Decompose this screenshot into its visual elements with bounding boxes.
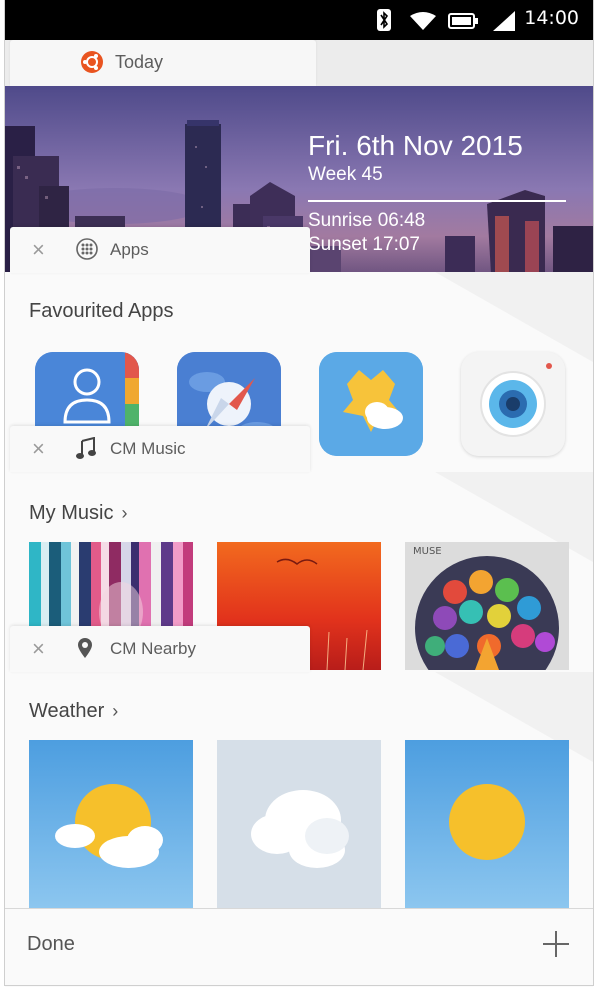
music-note-icon [76, 436, 96, 464]
status-bar: 14:00 [5, 0, 593, 40]
album-label: MUSE [413, 546, 442, 557]
section-title-label: My Music [29, 502, 114, 524]
camera-app-icon[interactable] [461, 352, 565, 456]
bottom-bar: Done [5, 908, 593, 987]
chevron-right-icon: › [112, 701, 119, 721]
add-icon[interactable] [541, 929, 571, 963]
section-title-weather[interactable]: Weather › [29, 700, 118, 723]
section-title-label: Weather [29, 700, 105, 722]
ubuntu-logo-icon [80, 50, 104, 79]
hero-sunset: Sunset 17:07 [308, 234, 420, 255]
done-button[interactable]: Done [27, 933, 75, 956]
close-icon[interactable]: × [32, 237, 45, 263]
phone-screen: 14:00 Today Fri. 6th Nov 2015 Week 45 Su… [0, 0, 600, 988]
clock: 14:00 [524, 7, 579, 29]
weather-tile-sunny[interactable] [405, 740, 569, 908]
wifi-icon [410, 12, 436, 34]
hero-week: Week 45 [308, 164, 383, 185]
weather-tile-partly-cloudy[interactable] [29, 740, 193, 908]
tab-label: CM Music [110, 439, 186, 458]
battery-icon [448, 13, 478, 33]
signal-icon [493, 11, 515, 35]
tab-cm-nearby[interactable]: × CM Nearby [10, 626, 310, 672]
weather-app-icon[interactable] [319, 352, 423, 456]
chevron-right-icon: › [121, 503, 128, 523]
bluetooth-icon [377, 9, 391, 35]
tab-cm-music[interactable]: × CM Music [10, 426, 310, 472]
section-title-favourited-apps: Favourited Apps [29, 300, 174, 322]
tab-today[interactable]: Today [10, 40, 316, 86]
nearby-card: Weather › [5, 672, 593, 908]
tab-label: Apps [110, 240, 149, 259]
scope-tab-strip: Today [5, 40, 593, 86]
album-cover-3[interactable]: MUSE [405, 542, 569, 670]
section-title-my-music[interactable]: My Music › [29, 502, 127, 525]
close-icon[interactable]: × [32, 636, 45, 662]
tab-label: CM Nearby [110, 639, 196, 658]
location-pin-icon [76, 637, 94, 664]
hero-date: Fri. 6th Nov 2015 [308, 130, 523, 161]
weather-tile-cloudy[interactable] [217, 740, 381, 908]
tab-apps[interactable]: × Apps [10, 227, 310, 273]
apps-grid-icon [76, 238, 98, 265]
close-icon[interactable]: × [32, 436, 45, 462]
tab-label: Today [115, 52, 164, 72]
hero-divider [308, 200, 566, 202]
hero-sunrise: Sunrise 06:48 [308, 210, 426, 231]
